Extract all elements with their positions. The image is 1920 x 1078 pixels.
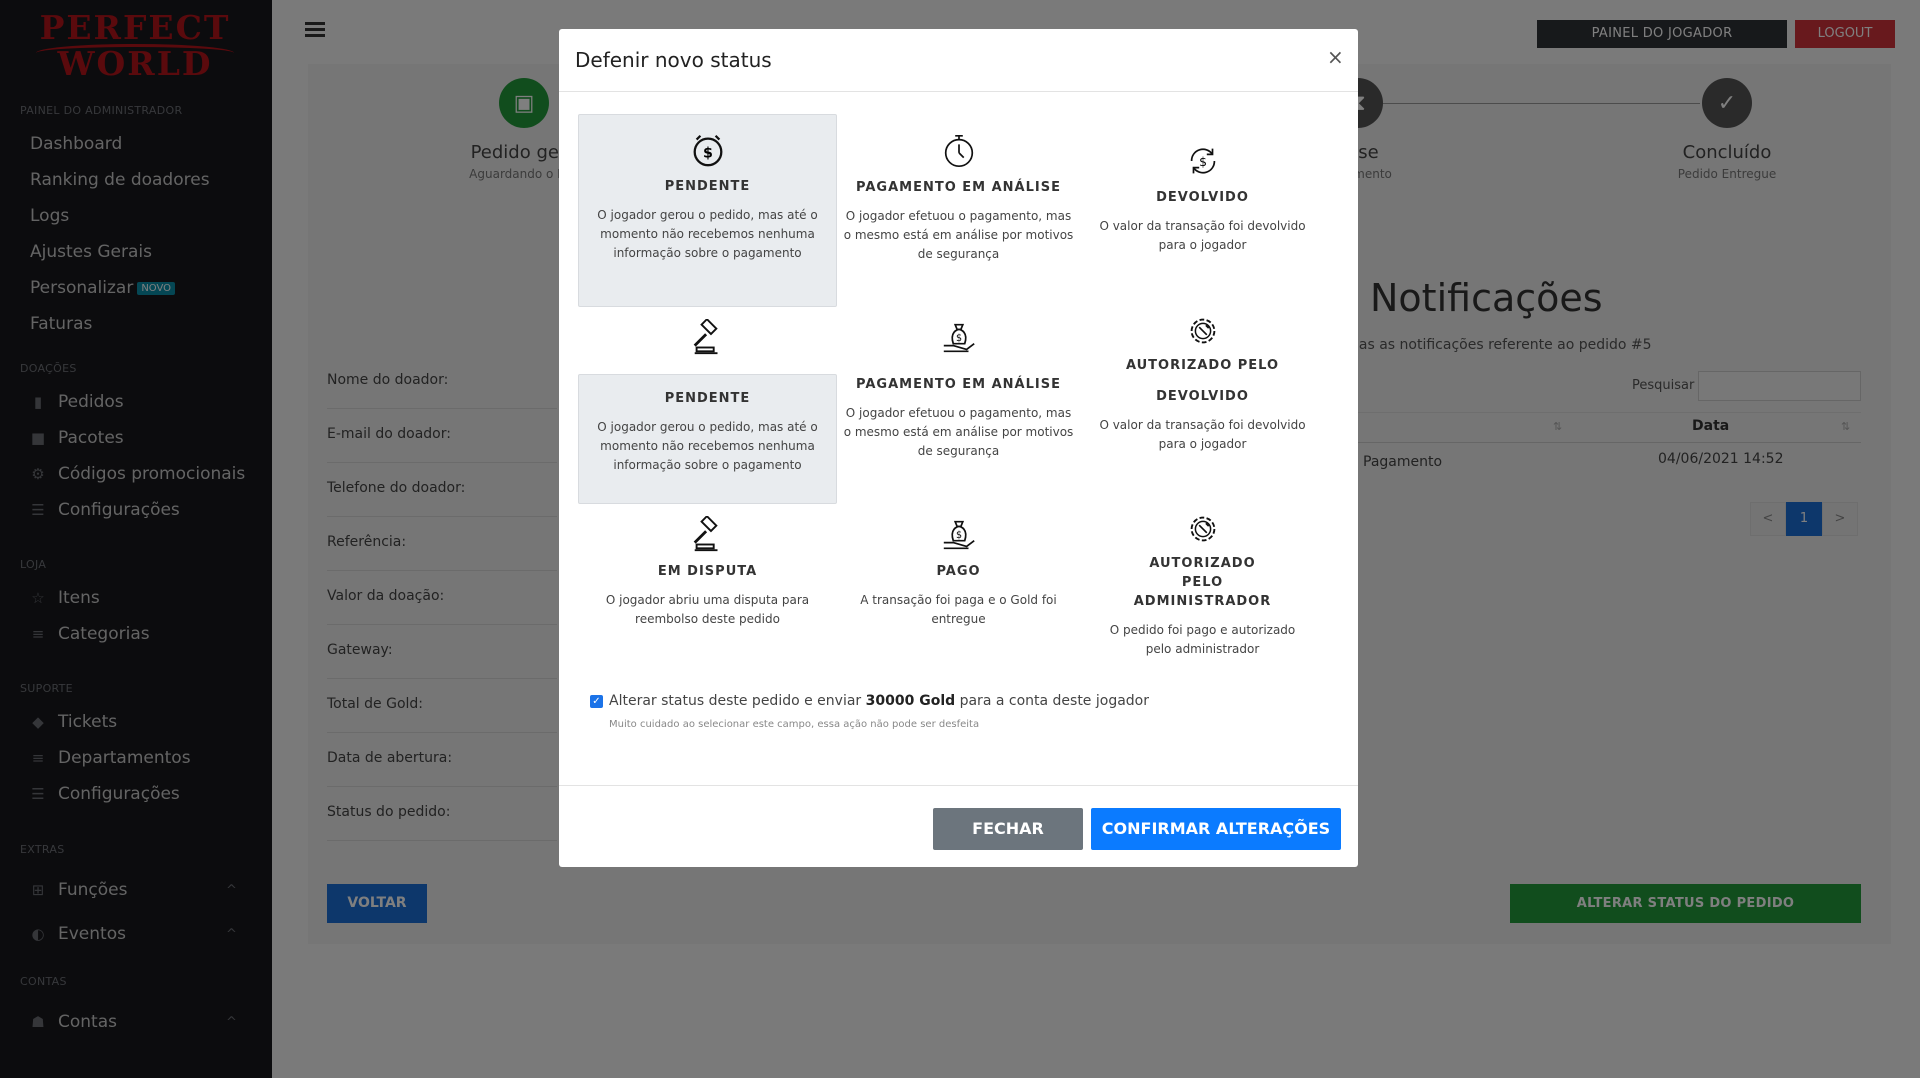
status-option-autorizado[interactable]: AUTORIZADO PELO ADMINISTRADOR O pedido f… [1073,510,1332,670]
option-desc: O jogador efetuou o pagamento, mas o mes… [843,209,1074,261]
checkbox-text-pre: Alterar status deste pedido e enviar [609,693,866,709]
option-name: PAGO [936,564,981,579]
status-modal: Defenir novo status × $ PENDENTE O jogad… [559,29,1358,867]
status-option-autorizado-devolvido[interactable]: AUTORIZADO PELO DEVOLVIDO O valor da tra… [1073,312,1332,492]
refund-icon: $ [1190,148,1215,174]
checkbox-text-post: para a conta deste jogador [955,693,1150,709]
dollar-clock-icon: $ [693,134,722,167]
svg-text:$: $ [703,146,713,162]
option-desc: A transação foi paga e o Gold foi entreg… [860,593,1057,626]
option-desc: O valor da transação foi devolvido para … [1099,418,1306,451]
option-desc: O jogador gerou o pedido, mas até o mome… [597,208,818,260]
money-bag-hand-icon: $ [943,323,975,353]
close-modal-button[interactable]: FECHAR [933,808,1083,850]
option-desc: O jogador efetuou o pagamento, mas o mes… [843,406,1074,458]
option-name: DEVOLVIDO [1156,190,1249,205]
gavel-icon [693,516,718,552]
option-name: AUTORIZADO PELO [1125,358,1280,373]
status-option-analise-2[interactable]: $ PAGAMENTO EM ANÁLISE O jogador efetuou… [829,319,1088,499]
send-gold-checkbox[interactable]: ✓ [590,695,603,708]
svg-text:$: $ [1199,155,1207,169]
modal-footer-divider [559,785,1358,786]
option-desc: O jogador abriu uma disputa para reembol… [605,593,810,626]
gear-wrench-icon [1190,318,1215,344]
svg-text:$: $ [955,333,961,344]
gold-amount: 30000 Gold [865,693,956,709]
modal-header: Defenir novo status × [559,29,1358,92]
status-option-pendente-2[interactable]: PENDENTE O jogador gerou o pedido, mas a… [578,374,837,504]
option-desc: O valor da transação foi devolvido para … [1099,219,1306,252]
status-option-pago[interactable]: $ PAGO A transação foi paga e o Gold foi… [829,516,1088,666]
option-name: AUTORIZADO PELO ADMINISTRADOR [1133,556,1272,609]
modal-title: Defenir novo status [575,48,772,72]
status-option-analise[interactable]: PAGAMENTO EM ANÁLISE O jogador efetuou o… [829,114,1088,307]
send-gold-label[interactable]: Alterar status deste pedido e enviar 300… [609,693,1149,709]
warning-note: Muito cuidado ao selecionar este campo, … [609,719,980,730]
gavel-icon [693,319,718,355]
option-name-secondary: DEVOLVIDO [1156,389,1249,404]
close-icon[interactable]: × [1327,45,1344,69]
gear-wrench-icon [1190,516,1215,542]
option-name: PAGAMENTO EM ANÁLISE [856,377,1061,392]
option-name: PAGAMENTO EM ANÁLISE [856,180,1061,195]
svg-text:$: $ [955,530,961,541]
stopwatch-icon [944,134,973,168]
option-desc: O pedido foi pago e autorizado pelo admi… [1109,623,1296,656]
gavel-icon-wrap [578,319,837,359]
option-name: PENDENTE [664,179,751,194]
money-bag-hand-icon: $ [943,520,975,550]
status-option-pendente[interactable]: $ PENDENTE O jogador gerou o pedido, mas… [578,114,837,307]
option-desc: O jogador gerou o pedido, mas até o mome… [597,420,818,472]
status-option-devolvido[interactable]: $ DEVOLVIDO O valor da transação foi dev… [1073,114,1332,307]
option-name: PENDENTE [664,391,751,406]
status-option-disputa[interactable]: EM DISPUTA O jogador abriu uma disputa p… [578,516,837,666]
option-name: EM DISPUTA [657,564,758,579]
confirm-changes-button[interactable]: CONFIRMAR ALTERAÇÕES [1091,808,1341,850]
